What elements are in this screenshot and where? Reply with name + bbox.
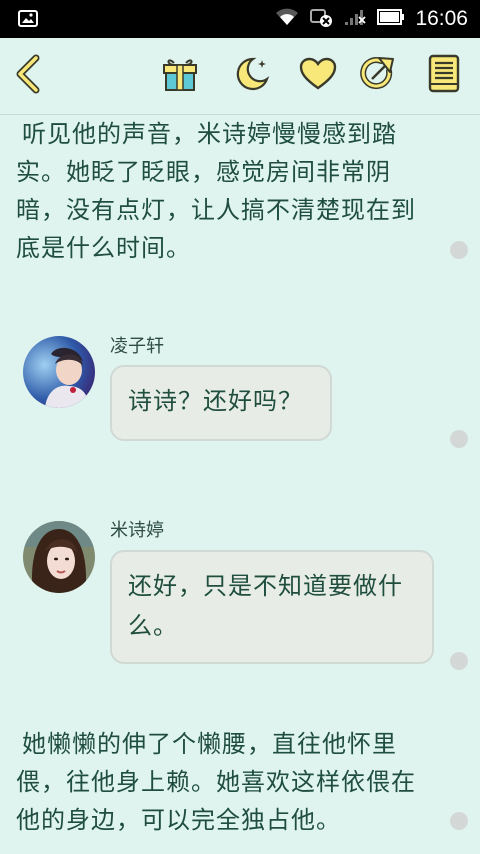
data-off-icon: [309, 6, 333, 32]
story-paragraph: 她懒懒的伸了个懒腰，直往他怀里偎，往他身上赖。她喜欢这样依偎在他的身边，可以完全…: [16, 730, 416, 834]
speaker-name: 米诗婷: [110, 520, 164, 541]
share-icon: [359, 55, 397, 97]
back-icon: [12, 54, 44, 98]
comment-dot[interactable]: [450, 812, 468, 830]
story-content[interactable]: 听见他的声音，米诗婷慢慢感到踏实。她眨了眨眼，感觉房间非常阴暗，没有点灯，让人搞…: [0, 115, 480, 854]
story-paragraph: 听见他的声音，米诗婷慢慢感到踏实。她眨了眨眼，感觉房间非常阴暗，没有点灯，让人搞…: [16, 120, 416, 262]
wifi-icon: [275, 8, 299, 30]
message-bubble: 诗诗？还好吗？: [110, 365, 332, 441]
avatar-ling-zixuan[interactable]: [23, 336, 95, 408]
night-mode-button[interactable]: [232, 56, 272, 96]
favorite-icon: [299, 57, 337, 95]
catalog-icon: [427, 54, 461, 98]
speaker-name: 凌子轩: [110, 336, 164, 357]
catalog-button[interactable]: [424, 54, 464, 98]
battery-icon: [377, 9, 405, 29]
gift-button[interactable]: [160, 56, 200, 96]
comment-dot[interactable]: [450, 430, 468, 448]
status-bar: 16:06: [0, 0, 480, 38]
message-bubble: 还好，只是不知道要做什么。: [110, 550, 434, 664]
share-button[interactable]: [358, 56, 398, 96]
favorite-button[interactable]: [298, 56, 338, 96]
image-notification-icon: [18, 10, 38, 31]
comment-dot[interactable]: [450, 241, 468, 259]
comment-dot[interactable]: [450, 652, 468, 670]
night-mode-icon: [233, 55, 271, 97]
message-text: 还好，只是不知道要做什么。: [128, 572, 403, 640]
avatar-mi-shiting[interactable]: [23, 521, 95, 593]
reader-toolbar: [0, 38, 480, 115]
gift-icon: [161, 55, 199, 97]
signal-icon: [343, 7, 367, 31]
status-time: 16:06: [415, 7, 468, 30]
message-text: 诗诗？还好吗？: [128, 387, 303, 415]
back-button[interactable]: [8, 54, 48, 98]
